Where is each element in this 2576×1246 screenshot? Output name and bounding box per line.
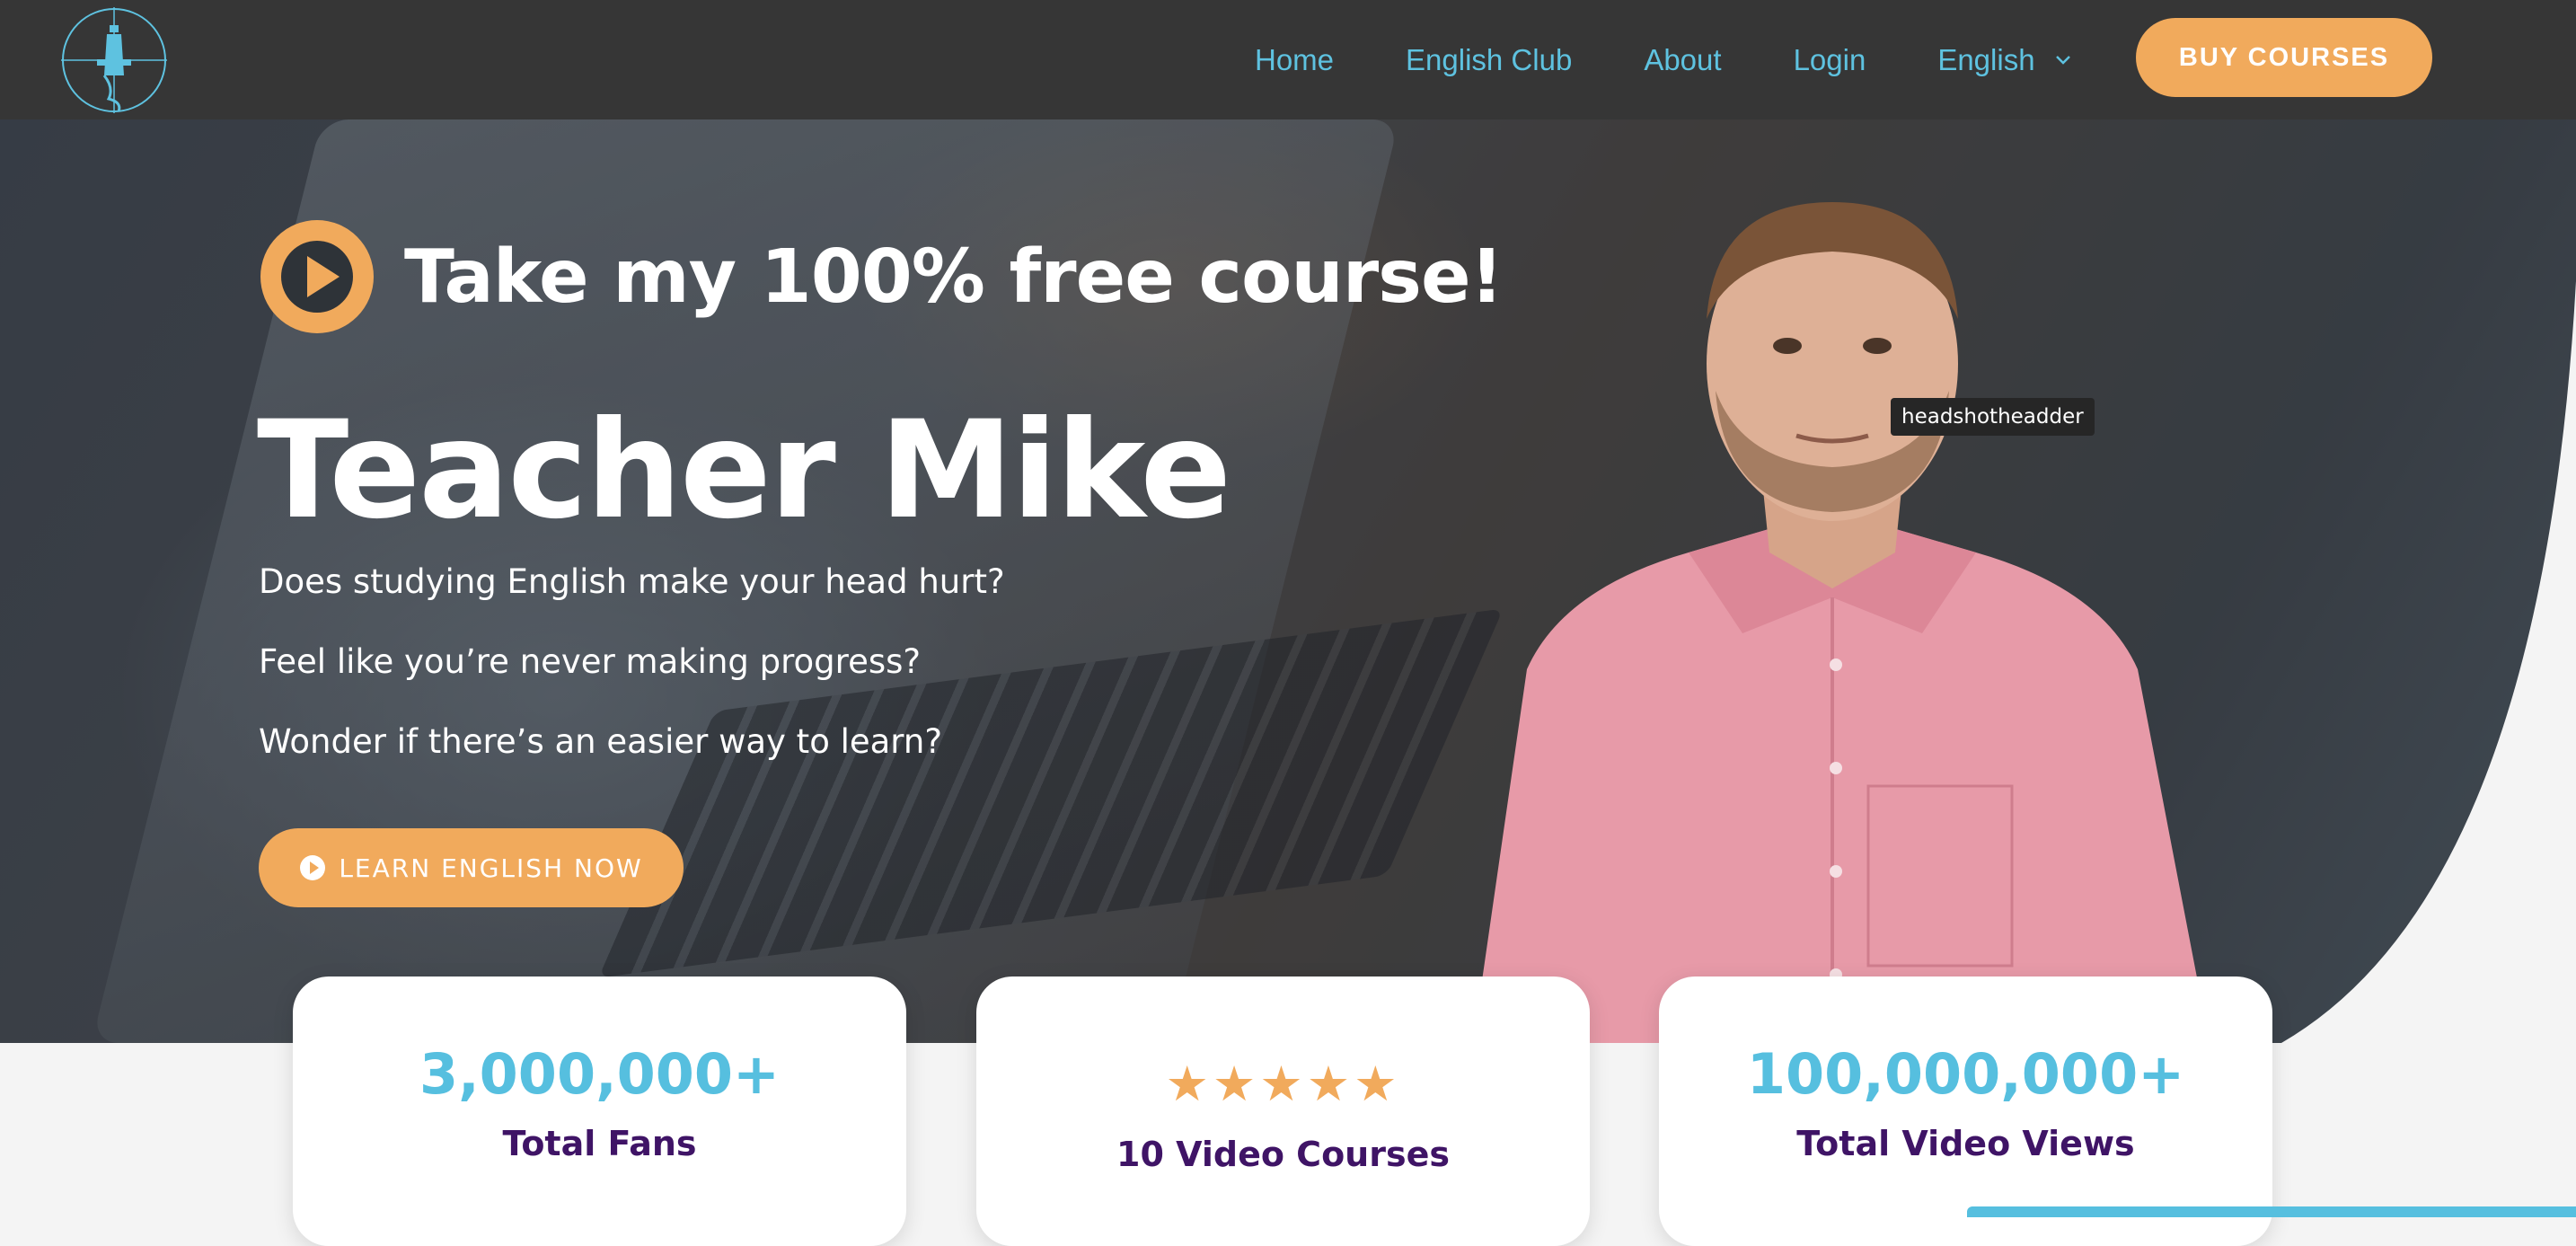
hero-question-1: Does studying English make your head hur… (259, 562, 1005, 601)
stat-card-fans: 3,000,000+ Total Fans (293, 976, 906, 1246)
free-course-heading: Take my 100% free course! (404, 234, 1504, 320)
stat-value-fans: 3,000,000+ (419, 1041, 781, 1107)
learn-english-now-label: LEARN ENGLISH NOW (339, 853, 643, 883)
stat-label-views: Total Video Views (1796, 1124, 2135, 1163)
nav-link-about[interactable]: About (1644, 43, 1721, 77)
nav-link-home[interactable]: Home (1255, 43, 1334, 77)
language-selector[interactable]: English (1937, 43, 2070, 77)
nav-link-login[interactable]: Login (1794, 43, 1866, 77)
five-star-rating-icon: ★★★★★ (1165, 1057, 1401, 1111)
image-tooltip: headshotheadder (1891, 398, 2095, 436)
play-icon (300, 855, 326, 880)
learn-english-now-button[interactable]: LEARN ENGLISH NOW (259, 828, 684, 907)
stat-label-courses: 10 Video Courses (1116, 1135, 1450, 1174)
free-course-row[interactable]: Take my 100% free course! (260, 220, 1504, 333)
nav-link-english-club[interactable]: English Club (1406, 43, 1572, 77)
language-label: English (1937, 42, 2035, 76)
hero-curve-shape (2281, 281, 2576, 1043)
stat-card-views: 100,000,000+ Total Video Views (1659, 976, 2272, 1246)
teacher-headshot-image (1473, 202, 2210, 1043)
play-circle-icon[interactable] (260, 220, 374, 333)
buy-courses-button[interactable]: BUY COURSES (2136, 18, 2432, 97)
stat-label-fans: Total Fans (502, 1124, 697, 1163)
top-navigation: Home English Club About Login English BU… (0, 0, 2576, 119)
hero-question-3: Wonder if there’s an easier way to learn… (259, 722, 942, 761)
page-title: Teacher Mike (257, 393, 1231, 549)
chevron-down-icon (2055, 55, 2070, 65)
hero-question-2: Feel like you’re never making progress? (259, 642, 922, 681)
nav-links: Home English Club About Login English (1255, 0, 2071, 119)
stat-value-views: 100,000,000+ (1746, 1041, 2185, 1107)
bottom-accent-bar (1967, 1206, 2576, 1217)
hero-section: Take my 100% free course! Teacher Mike D… (0, 119, 2576, 1043)
stat-card-courses: ★★★★★ 10 Video Courses (976, 976, 1590, 1246)
lighthouse-logo-icon[interactable] (59, 5, 169, 115)
